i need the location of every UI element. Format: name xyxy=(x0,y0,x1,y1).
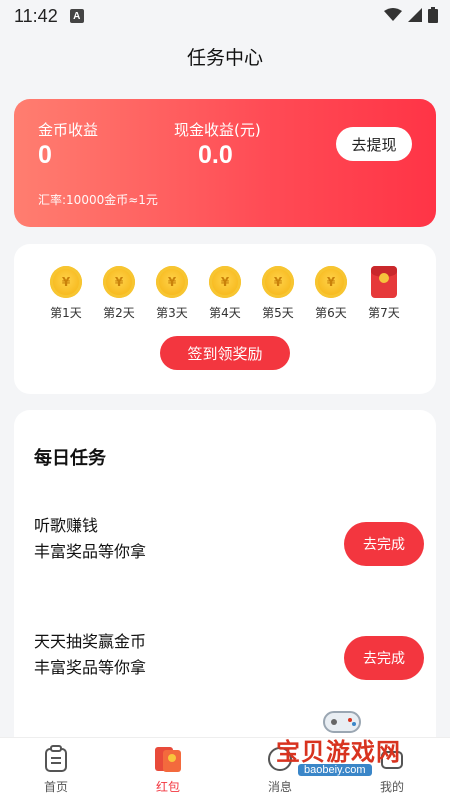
page-title: 任务中心 xyxy=(186,47,263,69)
signal-icon xyxy=(408,8,422,22)
nav-label: 首页 xyxy=(43,780,68,794)
signin-day-1: ¥ 第1天 xyxy=(40,266,92,321)
coin-icon: ¥ xyxy=(262,266,294,298)
task-item: 天天抽奖赢金币 丰富奖品等你拿 去完成 xyxy=(34,628,424,688)
signin-day-2: ¥ 第2天 xyxy=(93,266,145,321)
withdraw-button[interactable]: 去提现 xyxy=(336,127,412,161)
status-time: 11:42 xyxy=(14,5,58,26)
day-label: 第1天 xyxy=(50,306,82,320)
signin-card: ¥ 第1天 ¥ 第2天 ¥ 第3天 ¥ 第4天 ¥ 第5天 ¥ 第6天 第7天 … xyxy=(14,244,436,394)
nav-label: 我的 xyxy=(379,780,404,794)
day-label: 第4天 xyxy=(209,306,241,320)
signin-day-3: ¥ 第3天 xyxy=(146,266,198,321)
day-label: 第6天 xyxy=(315,306,347,320)
task-name: 听歌赚钱 xyxy=(34,516,99,535)
coin-icon: ¥ xyxy=(209,266,241,298)
signin-day-6: ¥ 第6天 xyxy=(305,266,357,321)
status-bar: 11:42 A xyxy=(0,0,450,32)
watermark-url: baobeiy.com xyxy=(298,764,372,776)
coin-earnings-value: 0 xyxy=(38,141,52,169)
task-complete-button[interactable]: 去完成 xyxy=(344,522,424,566)
coin-icon: ¥ xyxy=(50,266,82,298)
signin-reward-button[interactable]: 签到领奖励 xyxy=(160,336,290,370)
notification-icon: A xyxy=(69,9,84,23)
coin-earnings-label: 金币收益 xyxy=(38,121,99,139)
signin-day-4: ¥ 第4天 xyxy=(199,266,251,321)
wifi-icon xyxy=(384,8,402,21)
coin-icon: ¥ xyxy=(315,266,347,298)
red-envelope-icon xyxy=(128,744,208,774)
day-label: 第3天 xyxy=(156,306,188,320)
nav-label: 红包 xyxy=(155,780,180,794)
nav-item-home[interactable]: 首页 xyxy=(16,744,96,795)
day-label: 第7天 xyxy=(368,306,400,320)
coin-icon: ¥ xyxy=(156,266,188,298)
task-name: 天天抽奖赢金币 xyxy=(34,632,147,651)
task-item: 听歌赚钱 丰富奖品等你拿 去完成 xyxy=(34,512,424,572)
earnings-card: 金币收益 0 现金收益(元) 0.0 去提现 汇率:10000金币≈1元 xyxy=(14,99,436,227)
exchange-rate-text: 汇率:10000金币≈1元 xyxy=(38,193,158,207)
watermark: 宝贝游戏网 baobeiy.com xyxy=(268,706,418,776)
red-envelope-icon xyxy=(371,266,397,298)
signin-day-5: ¥ 第5天 xyxy=(252,266,304,321)
home-icon xyxy=(16,744,96,774)
day-label: 第2天 xyxy=(103,306,135,320)
task-description: 丰富奖品等你拿 xyxy=(34,658,147,677)
status-icons xyxy=(384,7,438,23)
signin-days: ¥ 第1天 ¥ 第2天 ¥ 第3天 ¥ 第4天 ¥ 第5天 ¥ 第6天 第7天 xyxy=(38,266,418,326)
nav-label: 消息 xyxy=(267,780,292,794)
day-label: 第5天 xyxy=(262,306,294,320)
watermark-text: 宝贝游戏网 xyxy=(276,738,401,766)
daily-tasks-card: 每日任务 听歌赚钱 丰富奖品等你拿 去完成 天天抽奖赢金币 丰富奖品等你拿 去完… xyxy=(14,410,436,750)
cash-earnings-value: 0.0 xyxy=(198,141,233,169)
daily-tasks-title: 每日任务 xyxy=(34,448,106,469)
task-description: 丰富奖品等你拿 xyxy=(34,542,147,561)
cash-earnings-label: 现金收益(元) xyxy=(174,121,261,139)
task-complete-button[interactable]: 去完成 xyxy=(344,636,424,680)
battery-icon xyxy=(428,7,438,23)
nav-item-red-envelope[interactable]: 红包 xyxy=(128,744,208,795)
signin-day-7: 第7天 xyxy=(358,266,410,321)
coin-icon: ¥ xyxy=(103,266,135,298)
